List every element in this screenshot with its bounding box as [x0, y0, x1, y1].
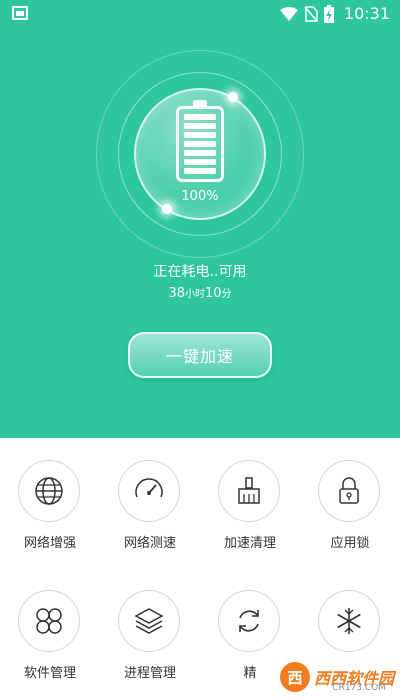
- tool-icon-circle: [118, 460, 180, 522]
- tool-label: 网络测速: [123, 536, 176, 551]
- tool-label: 应用锁: [330, 536, 370, 551]
- apps-icon: [36, 608, 62, 634]
- clock: 10:31: [343, 4, 390, 23]
- tool-app-lock[interactable]: 应用锁: [300, 438, 400, 568]
- tool-label: 进程管理: [123, 666, 176, 681]
- tool-software-manager[interactable]: 软件管理: [0, 568, 100, 698]
- battery-level-bar: [184, 168, 216, 174]
- watermark: 西 西西软件园 CR173.COM: [279, 662, 394, 693]
- lock-icon: [339, 477, 359, 504]
- image-icon: [12, 6, 28, 20]
- status-icons: 10:31: [279, 4, 390, 23]
- glow-dot: [228, 92, 238, 102]
- watermark-logo: 西: [279, 662, 310, 692]
- globe-icon: [35, 477, 63, 505]
- battery-level-bar: [184, 114, 216, 120]
- remaining-minutes: 10: [205, 286, 222, 301]
- battery-level-bar: [184, 132, 216, 138]
- tool-icon-circle: [18, 590, 80, 652]
- refresh-icon: [239, 610, 259, 632]
- battery-icon: [176, 100, 224, 182]
- tool-boost-clean[interactable]: 加速清理: [200, 438, 300, 568]
- tool-label: 加速清理: [223, 536, 276, 551]
- tool-label: 软件管理: [23, 666, 76, 681]
- remaining-hours: 38: [168, 286, 185, 301]
- tools-grid: 网络增强 网络测速 加速清理 应用锁 软件管理 进程管理 精 西 西西软件园 C…: [0, 438, 400, 700]
- battery-level-bar: [184, 141, 216, 147]
- battery-level-bar: [184, 159, 216, 165]
- battery-charging-icon: [323, 4, 334, 23]
- tool-icon-circle: [118, 590, 180, 652]
- no-sim-icon: [304, 5, 318, 22]
- layers-icon: [134, 608, 164, 634]
- glow-dot: [162, 204, 172, 214]
- battery-body: [176, 106, 224, 182]
- battery-status-text: 正在耗电..可用: [153, 264, 247, 280]
- remaining-time: 38小时10分: [0, 285, 400, 301]
- tool-speed-test[interactable]: 网络测速: [100, 438, 200, 568]
- battery-hero: 100% 正在耗电..可用 38小时10分 一键加速: [0, 28, 400, 438]
- tool-network-boost[interactable]: 网络增强: [0, 438, 100, 568]
- tool-process-manager[interactable]: 进程管理: [100, 568, 200, 698]
- hours-unit: 小时: [185, 289, 205, 300]
- tool-icon-circle: [318, 460, 380, 522]
- minutes-unit: 分: [221, 289, 232, 300]
- one-tap-boost-button[interactable]: 一键加速: [128, 332, 272, 378]
- snowflake-icon: [337, 608, 361, 634]
- tool-label: 网络增强: [23, 536, 76, 551]
- tool-icon-circle: [218, 460, 280, 522]
- status-bar: 10:31: [0, 0, 400, 28]
- tool-icon-circle: [318, 590, 380, 652]
- battery-percent: 100%: [181, 189, 219, 204]
- broom-icon: [238, 477, 260, 504]
- watermark-subtext: CR173.COM: [332, 683, 386, 693]
- battery-level-bar: [184, 150, 216, 156]
- tool-icon-circle: [18, 460, 80, 522]
- tool-icon-circle: [218, 590, 280, 652]
- speedometer-icon: [135, 478, 163, 498]
- battery-level-bar: [184, 123, 216, 129]
- wifi-icon: [279, 6, 298, 21]
